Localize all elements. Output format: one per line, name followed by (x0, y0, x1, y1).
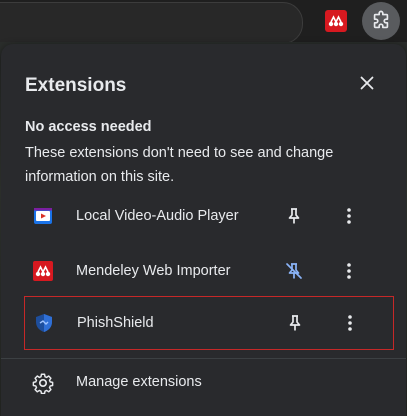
mendeley-icon (328, 15, 344, 27)
extensions-button[interactable] (362, 2, 400, 40)
popup-title: Extensions (25, 75, 127, 96)
pin-button[interactable] (279, 201, 309, 231)
more-vert-icon (347, 208, 351, 224)
extension-row-local-video-audio-player[interactable]: Local Video-Audio Player (24, 189, 394, 243)
extension-name: Mendeley Web Importer (76, 263, 231, 279)
pin-icon (288, 208, 300, 224)
video-player-icon (33, 206, 53, 226)
more-options-button[interactable] (334, 256, 364, 286)
gear-icon (32, 373, 54, 394)
manage-extensions-label: Manage extensions (76, 374, 202, 390)
close-icon (360, 76, 374, 90)
section-description: These extensions don't need to see and c… (25, 145, 334, 185)
extension-row-mendeley-web-importer[interactable]: Mendeley Web Importer (24, 244, 394, 298)
more-options-button[interactable] (335, 308, 365, 338)
browser-toolbar (0, 0, 407, 44)
divider (1, 358, 406, 359)
mendeley-icon (33, 261, 53, 281)
more-options-button[interactable] (334, 201, 364, 231)
puzzle-icon (373, 10, 389, 29)
mendeley-toolbar-button[interactable] (325, 10, 347, 32)
shield-icon (34, 313, 54, 333)
unpin-button[interactable] (279, 256, 309, 286)
more-vert-icon (347, 263, 351, 279)
extension-row-phishshield[interactable]: PhishShield (24, 296, 394, 350)
pinned-icon (286, 263, 302, 279)
section-title: No access needed (25, 119, 152, 135)
extension-name: PhishShield (77, 315, 154, 331)
pin-icon (289, 315, 301, 331)
pin-button[interactable] (280, 308, 310, 338)
extension-name: Local Video-Audio Player (76, 208, 239, 224)
manage-extensions-button[interactable]: Manage extensions (24, 364, 394, 402)
more-vert-icon (348, 315, 352, 331)
close-button[interactable] (352, 68, 382, 98)
extensions-popup: Extensions No access needed These extens… (1, 44, 406, 416)
address-bar[interactable] (0, 2, 303, 44)
